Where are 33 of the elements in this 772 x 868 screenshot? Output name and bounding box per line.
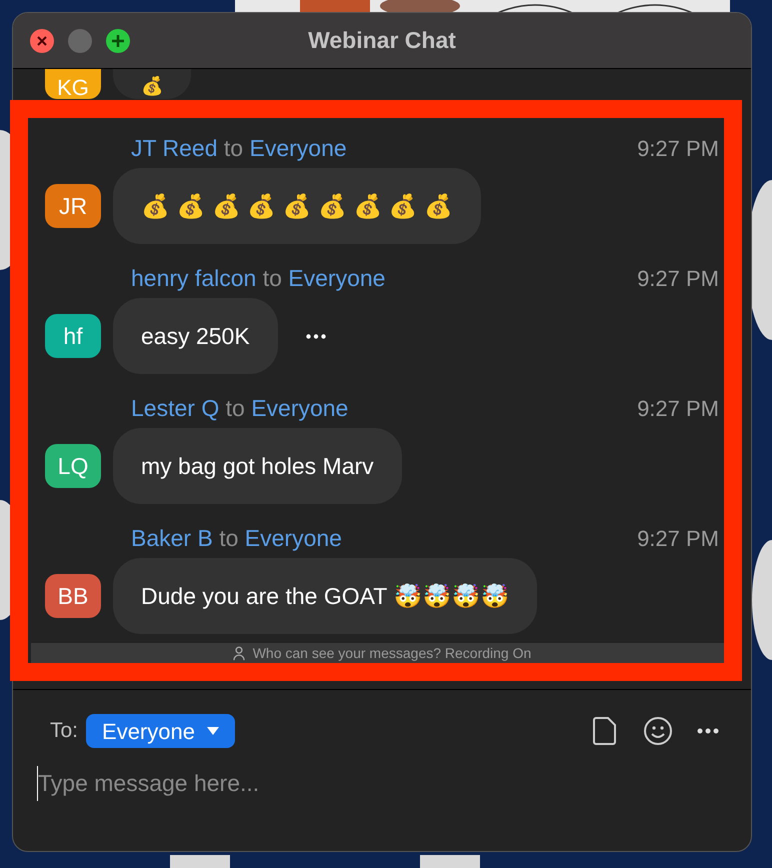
to-label: To: bbox=[50, 718, 78, 744]
timestamp: 9:27 PM bbox=[637, 264, 719, 292]
sender-line: Lester Q to Everyone bbox=[131, 394, 348, 423]
file-icon[interactable] bbox=[593, 716, 617, 746]
wallpaper-shape bbox=[420, 855, 480, 868]
notice-text: Who can see your messages? Recording On bbox=[252, 646, 532, 660]
message-bubble: easy 250K bbox=[113, 298, 278, 374]
wallpaper-shape bbox=[170, 855, 230, 868]
emoji-icon[interactable] bbox=[643, 716, 673, 746]
message-bubble: my bag got holes Marv bbox=[113, 428, 402, 504]
more-icon[interactable] bbox=[306, 334, 326, 338]
avatar: KG bbox=[45, 69, 101, 99]
avatar: JR bbox=[45, 184, 101, 228]
zoom-icon[interactable] bbox=[106, 28, 130, 52]
message-bubble: 💰 bbox=[113, 69, 191, 99]
timestamp: 9:27 PM bbox=[637, 524, 719, 552]
message-bubble: Dude you are the GOAT 🤯🤯🤯🤯 bbox=[113, 558, 538, 634]
timestamp: 9:27 PM bbox=[637, 134, 719, 162]
sender-line: henry falcon to Everyone bbox=[131, 264, 386, 293]
sender-line: JT Reed to Everyone bbox=[131, 134, 347, 163]
sender-line: Baker B to Everyone bbox=[131, 524, 342, 553]
avatar: LQ bbox=[45, 444, 101, 488]
avatar: hf bbox=[45, 314, 101, 358]
message-bubble: 💰 💰 💰 💰 💰 💰 💰 💰 💰 bbox=[113, 168, 482, 244]
more-icon[interactable] bbox=[697, 728, 719, 734]
recipient-dropdown[interactable]: Everyone bbox=[86, 714, 235, 748]
caret-icon bbox=[206, 727, 219, 735]
message-input[interactable]: Type message here... bbox=[37, 766, 727, 800]
close-icon[interactable] bbox=[30, 28, 54, 52]
window-title: Webinar Chat bbox=[308, 26, 456, 56]
person-icon bbox=[232, 646, 245, 660]
avatar: BB bbox=[45, 574, 101, 618]
timestamp: 9:27 PM bbox=[637, 394, 719, 422]
